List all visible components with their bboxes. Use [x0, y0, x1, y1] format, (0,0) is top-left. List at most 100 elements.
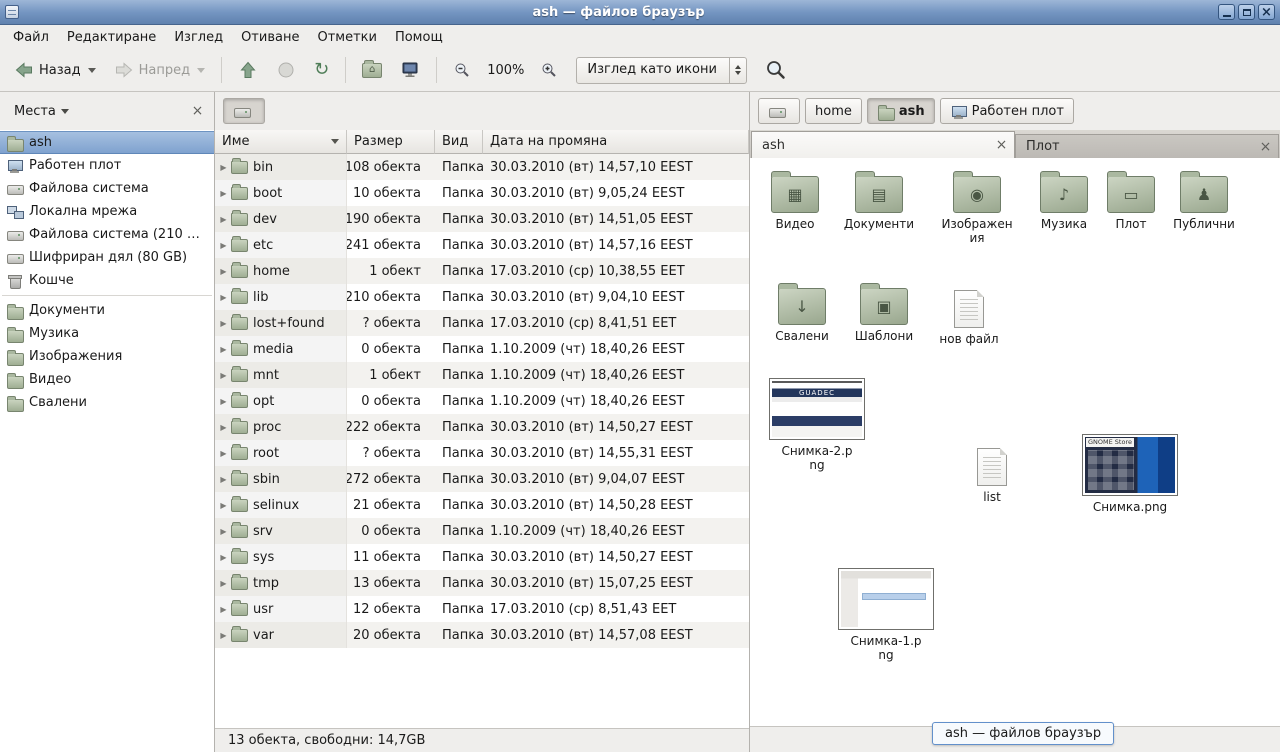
sidebar-item-Файлова система (210 MB)[interactable]: Файлова система (210 MB) — [0, 223, 214, 246]
column-header-type[interactable]: Вид — [435, 130, 483, 154]
reload-button[interactable]: ↻ — [306, 55, 337, 85]
expander-icon[interactable] — [217, 241, 230, 250]
home-button[interactable]: ⌂ — [354, 57, 390, 84]
file-row-usr[interactable]: usr 12 обекта Папка 17.03.2010 (ср) 8,51… — [215, 596, 749, 622]
view-mode-select[interactable]: Изглед като икони — [576, 57, 747, 84]
file-row-tmp[interactable]: tmp 13 обекта Папка 30.03.2010 (вт) 15,0… — [215, 570, 749, 596]
maximize-button[interactable] — [1238, 4, 1255, 20]
sidebar-item-Шифриран дял (80 GB)[interactable]: Шифриран дял (80 GB) — [0, 246, 214, 269]
menu-item-file[interactable]: Файл — [4, 27, 58, 48]
computer-button[interactable] — [392, 54, 428, 86]
expander-icon[interactable] — [217, 475, 230, 484]
sidebar-item-Работен плот[interactable]: Работен плот — [0, 154, 214, 177]
file-row-dev[interactable]: dev 190 обекта Папка 30.03.2010 (вт) 14,… — [215, 206, 749, 232]
file-icon-Шаблони[interactable]: ▣ Шаблони — [847, 288, 921, 343]
expander-icon[interactable] — [217, 397, 230, 406]
sidebar-item-Изображения[interactable]: Изображения — [0, 345, 214, 368]
taskbar-window-button[interactable]: ash — файлов браузър — [932, 722, 1114, 745]
file-row-var[interactable]: var 20 обекта Папка 30.03.2010 (вт) 14,5… — [215, 622, 749, 648]
file-row-sbin[interactable]: sbin 272 обекта Папка 30.03.2010 (вт) 9,… — [215, 466, 749, 492]
file-icon-list[interactable]: list — [955, 448, 1029, 504]
file-icon-нов файл[interactable]: нов файл — [932, 290, 1006, 346]
sidebar-item-Локална мрежа[interactable]: Локална мрежа — [0, 200, 214, 223]
file-row-sys[interactable]: sys 11 обекта Папка 30.03.2010 (вт) 14,5… — [215, 544, 749, 570]
file-row-bin[interactable]: bin 108 обекта Папка 30.03.2010 (вт) 14,… — [215, 154, 749, 180]
file-row-boot[interactable]: boot 10 обекта Папка 30.03.2010 (вт) 9,0… — [215, 180, 749, 206]
expander-icon[interactable] — [217, 579, 230, 588]
menu-item-bookmarks[interactable]: Отметки — [308, 27, 385, 48]
path-button-drive[interactable] — [758, 98, 800, 124]
sidebar-item-Файлова система[interactable]: Файлова система — [0, 177, 214, 200]
column-header-name[interactable]: Име — [215, 130, 347, 154]
menu-item-go[interactable]: Отиване — [232, 27, 308, 48]
up-button[interactable] — [230, 54, 266, 86]
column-header-date[interactable]: Дата на промяна — [483, 130, 749, 154]
file-icon-Снимка-2.png[interactable]: Снимка-2.png — [765, 378, 869, 473]
zoom-out-button[interactable] — [445, 55, 479, 85]
forward-button[interactable]: Напред — [106, 54, 213, 86]
expander-icon[interactable] — [217, 293, 230, 302]
file-row-srv[interactable]: srv 0 обекта Папка 1.10.2009 (чт) 18,40,… — [215, 518, 749, 544]
path-button-home[interactable]: home — [805, 98, 862, 124]
tab-close-button[interactable] — [993, 137, 1010, 154]
sidebar-item-Видео[interactable]: Видео — [0, 368, 214, 391]
expander-icon[interactable] — [217, 527, 230, 536]
sidebar-item-Кошче[interactable]: Кошче — [0, 269, 214, 292]
back-button[interactable]: Назад — [6, 54, 104, 86]
sidebar-close-button[interactable] — [189, 103, 206, 120]
column-header-size[interactable]: Размер — [347, 130, 435, 154]
sidebar-item-Свалени[interactable]: Свалени — [0, 391, 214, 414]
expander-icon[interactable] — [217, 449, 230, 458]
sidebar-item-Документи[interactable]: Документи — [0, 299, 214, 322]
path-button-ash[interactable]: ash — [867, 98, 935, 124]
zoom-in-button[interactable] — [532, 55, 566, 85]
file-icon-Снимка-1.png[interactable]: Снимка-1.png — [834, 568, 938, 663]
sidebar-mode-select[interactable]: Места — [8, 101, 75, 122]
menu-item-view[interactable]: Изглед — [165, 27, 232, 48]
file-row-root[interactable]: root ? обекта Папка 30.03.2010 (вт) 14,5… — [215, 440, 749, 466]
expander-icon[interactable] — [217, 553, 230, 562]
sidebar-item-Музика[interactable]: Музика — [0, 322, 214, 345]
search-button[interactable] — [757, 53, 795, 87]
tab-close-button[interactable] — [1257, 138, 1274, 155]
file-icon-Публични[interactable]: ♟ Публични — [1167, 176, 1241, 231]
expander-icon[interactable] — [217, 423, 230, 432]
file-row-proc[interactable]: proc 222 обекта Папка 30.03.2010 (вт) 14… — [215, 414, 749, 440]
file-row-selinux[interactable]: selinux 21 обекта Папка 30.03.2010 (вт) … — [215, 492, 749, 518]
file-row-etc[interactable]: etc 241 обекта Папка 30.03.2010 (вт) 14,… — [215, 232, 749, 258]
file-icon-Документи[interactable]: ▤ Документи — [842, 176, 916, 231]
path-button-drive[interactable] — [223, 98, 265, 124]
expander-icon[interactable] — [217, 345, 230, 354]
tab-Плот[interactable]: Плот — [1015, 134, 1279, 158]
minimize-button[interactable] — [1218, 4, 1235, 20]
close-button[interactable] — [1258, 4, 1275, 20]
menu-item-help[interactable]: Помощ — [386, 27, 452, 48]
file-row-home[interactable]: home 1 обект Папка 17.03.2010 (ср) 10,38… — [215, 258, 749, 284]
file-row-mnt[interactable]: mnt 1 обект Папка 1.10.2009 (чт) 18,40,2… — [215, 362, 749, 388]
expander-icon[interactable] — [217, 267, 230, 276]
file-row-opt[interactable]: opt 0 обекта Папка 1.10.2009 (чт) 18,40,… — [215, 388, 749, 414]
expander-icon[interactable] — [217, 189, 230, 198]
file-icon-Видео[interactable]: ▦ Видео — [758, 176, 832, 231]
icon-view[interactable]: ▦ Видео ▤ Документи ◉ Изображения ♪ Музи… — [750, 158, 1280, 726]
expander-icon[interactable] — [217, 371, 230, 380]
file-icon-Изображения[interactable]: ◉ Изображения — [940, 176, 1014, 246]
file-icon-Плот[interactable]: ▭ Плот — [1094, 176, 1168, 231]
file-row-media[interactable]: media 0 обекта Папка 1.10.2009 (чт) 18,4… — [215, 336, 749, 362]
expander-icon[interactable] — [217, 163, 230, 172]
stop-button[interactable] — [268, 54, 304, 86]
expander-icon[interactable] — [217, 215, 230, 224]
tab-ash[interactable]: ash — [751, 131, 1015, 158]
menu-item-edit[interactable]: Редактиране — [58, 27, 165, 48]
expander-icon[interactable] — [217, 631, 230, 640]
file-icon-Снимка.png[interactable]: Снимка.png — [1078, 434, 1182, 514]
sidebar-item-ash[interactable]: ash — [0, 131, 214, 154]
file-row-lost+found[interactable]: lost+found ? обекта Папка 17.03.2010 (ср… — [215, 310, 749, 336]
expander-icon[interactable] — [217, 501, 230, 510]
path-button-Работен плот[interactable]: Работен плот — [940, 98, 1074, 124]
expander-icon[interactable] — [217, 319, 230, 328]
file-row-lib[interactable]: lib 210 обекта Папка 30.03.2010 (вт) 9,0… — [215, 284, 749, 310]
expander-icon[interactable] — [217, 605, 230, 614]
file-icon-Музика[interactable]: ♪ Музика — [1027, 176, 1101, 231]
file-icon-Свалени[interactable]: ↓ Свалени — [765, 288, 839, 343]
